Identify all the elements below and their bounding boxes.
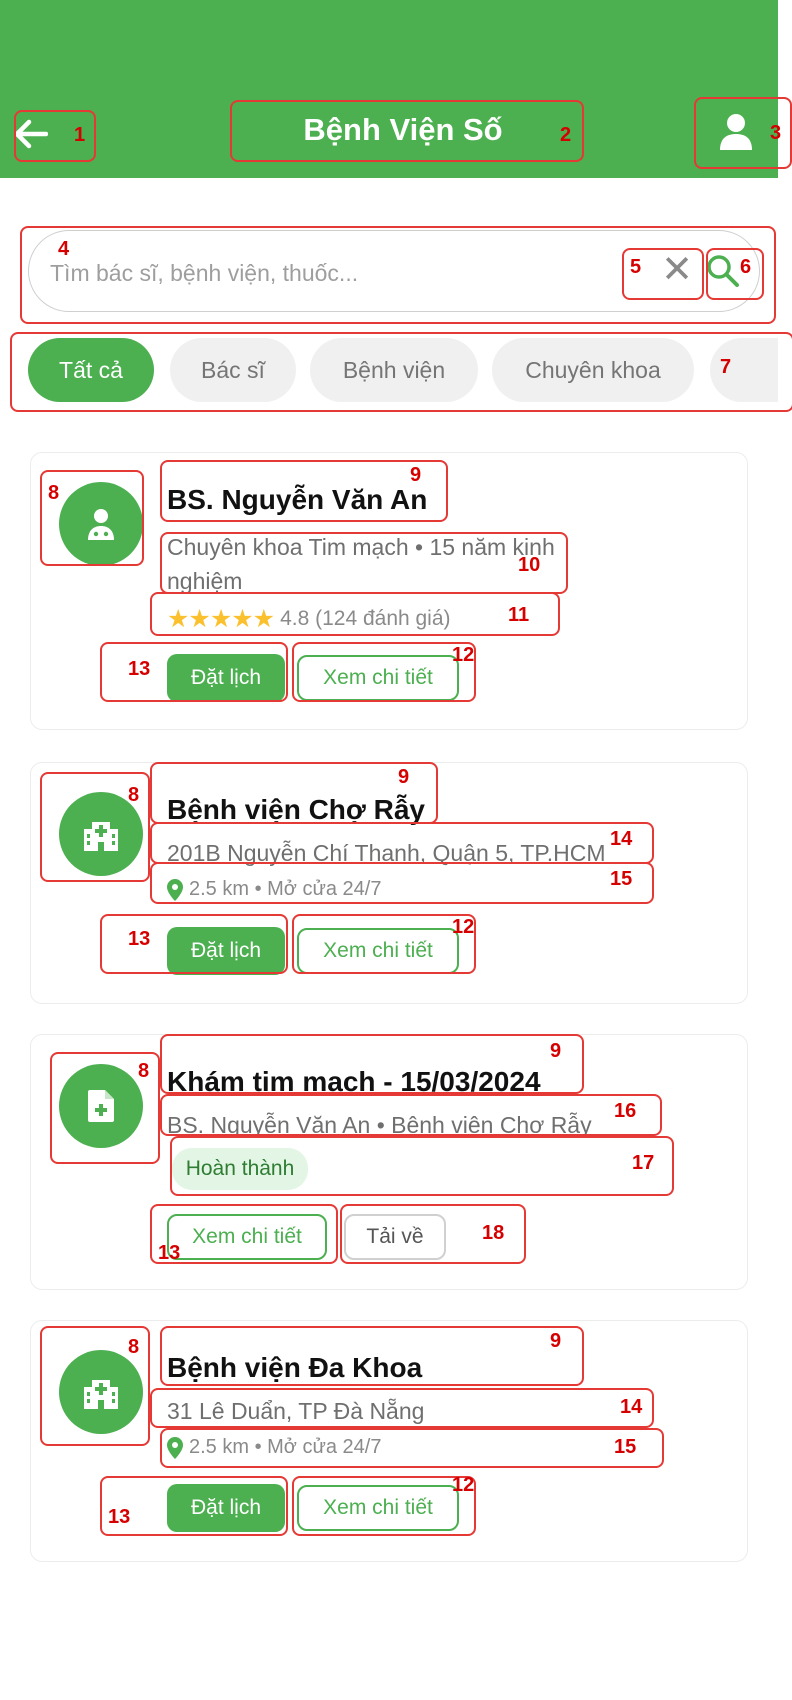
medical-record-icon xyxy=(88,1090,114,1122)
annotation-number: 13 xyxy=(108,1506,131,1528)
book-appointment-button[interactable]: Đặt lịch xyxy=(167,1484,285,1532)
rating-row: ★★★★★ 4.8 (124 đánh giá) xyxy=(167,604,451,634)
rating-text: 4.8 (124 đánh giá) xyxy=(280,607,451,630)
download-button[interactable]: Tải về xyxy=(344,1214,446,1260)
record-avatar xyxy=(59,1064,143,1148)
annotation-number: 5 xyxy=(630,256,642,278)
record-details: BS. Nguyễn Văn An • Bệnh viện Chợ Rẫy xyxy=(167,1112,592,1138)
hospital-icon xyxy=(84,1380,118,1409)
annotation-number: 9 xyxy=(550,1330,562,1352)
hospital-avatar xyxy=(59,1350,143,1434)
card-title: Bệnh viện Đa Khoa xyxy=(167,1352,423,1383)
distance-hours: 2.5 km • Mở cửa 24/7 xyxy=(189,1436,382,1458)
annotation-number: 12 xyxy=(452,644,475,666)
view-details-button[interactable]: Xem chi tiết xyxy=(297,928,459,974)
annotation-number: 9 xyxy=(550,1040,562,1062)
page-title: Bệnh Viện Số xyxy=(303,112,503,147)
user-icon xyxy=(720,114,752,150)
search-input[interactable] xyxy=(48,256,612,290)
annotation-number: 18 xyxy=(482,1222,505,1244)
arrow-left-icon xyxy=(14,119,48,149)
annotation-number: 11 xyxy=(508,604,530,626)
annotation-number: 8 xyxy=(48,482,60,504)
card-title: BS. Nguyễn Văn An xyxy=(167,484,428,515)
book-appointment-button[interactable]: Đặt lịch xyxy=(167,654,285,702)
star-rating: ★★★★★ xyxy=(167,605,275,633)
doctor-avatar xyxy=(59,482,143,566)
location-pin-icon xyxy=(167,878,183,901)
annotation-number: 9 xyxy=(410,464,422,486)
annotation-number: 12 xyxy=(452,916,475,938)
annotation-number: 6 xyxy=(740,256,752,278)
annotation-number: 13 xyxy=(128,658,151,680)
annotation-number: 12 xyxy=(452,1474,475,1496)
filter-chip-all[interactable]: Tất cả xyxy=(28,338,154,402)
hospital-meta: 2.5 km • Mở cửa 24/7 xyxy=(167,878,381,901)
card-title: Bệnh viện Chợ Rẫy xyxy=(167,794,425,825)
card-title: Khám tim mạch - 15/03/2024 xyxy=(167,1066,541,1097)
location-pin-icon xyxy=(167,1436,183,1459)
clear-search-button[interactable]: ✕ xyxy=(655,248,699,292)
hospital-icon xyxy=(84,822,118,851)
filter-chip-specialties[interactable]: Chuyên khoa xyxy=(492,338,694,402)
annotation-number: 2 xyxy=(560,124,572,146)
annotation-number: 9 xyxy=(398,766,410,788)
hospital-meta: 2.5 km • Mở cửa 24/7 xyxy=(167,1436,381,1459)
annotation-number: 17 xyxy=(632,1152,655,1174)
annotation-number: 15 xyxy=(610,868,633,890)
doctor-icon xyxy=(88,509,114,540)
filter-chip-doctors[interactable]: Bác sĩ xyxy=(170,338,296,402)
annotation-number: 8 xyxy=(128,784,140,806)
annotation-number: 16 xyxy=(614,1100,637,1122)
annotation-number: 7 xyxy=(720,356,732,378)
annotation-number: 8 xyxy=(138,1060,150,1082)
filter-chip-hospitals[interactable]: Bệnh viện xyxy=(310,338,478,402)
annotation-number: 14 xyxy=(620,1396,643,1418)
view-details-button[interactable]: Xem chi tiết xyxy=(297,1485,459,1531)
search-icon xyxy=(707,255,739,287)
hospital-address: 201B Nguyễn Chí Thanh, Quận 5, TP.HCM xyxy=(167,840,606,866)
book-appointment-button[interactable]: Đặt lịch xyxy=(167,927,285,975)
annotation-number: 13 xyxy=(128,928,151,950)
annotation-number: 3 xyxy=(770,122,782,144)
view-details-button[interactable]: Xem chi tiết xyxy=(297,655,459,701)
distance-hours: 2.5 km • Mở cửa 24/7 xyxy=(189,878,382,900)
annotation-number: 4 xyxy=(58,238,70,260)
annotation-number: 15 xyxy=(614,1436,637,1458)
annotation-number: 13 xyxy=(158,1242,181,1264)
annotation-number: 8 xyxy=(128,1336,140,1358)
annotation-number: 1 xyxy=(74,124,86,146)
status-badge: Hoàn thành xyxy=(172,1148,308,1190)
annotation-number: 14 xyxy=(610,828,633,850)
annotation-number: 10 xyxy=(518,554,541,576)
view-details-button[interactable]: Xem chi tiết xyxy=(167,1214,327,1260)
hospital-address: 31 Lê Duẩn, TP Đà Nẵng xyxy=(167,1398,425,1424)
